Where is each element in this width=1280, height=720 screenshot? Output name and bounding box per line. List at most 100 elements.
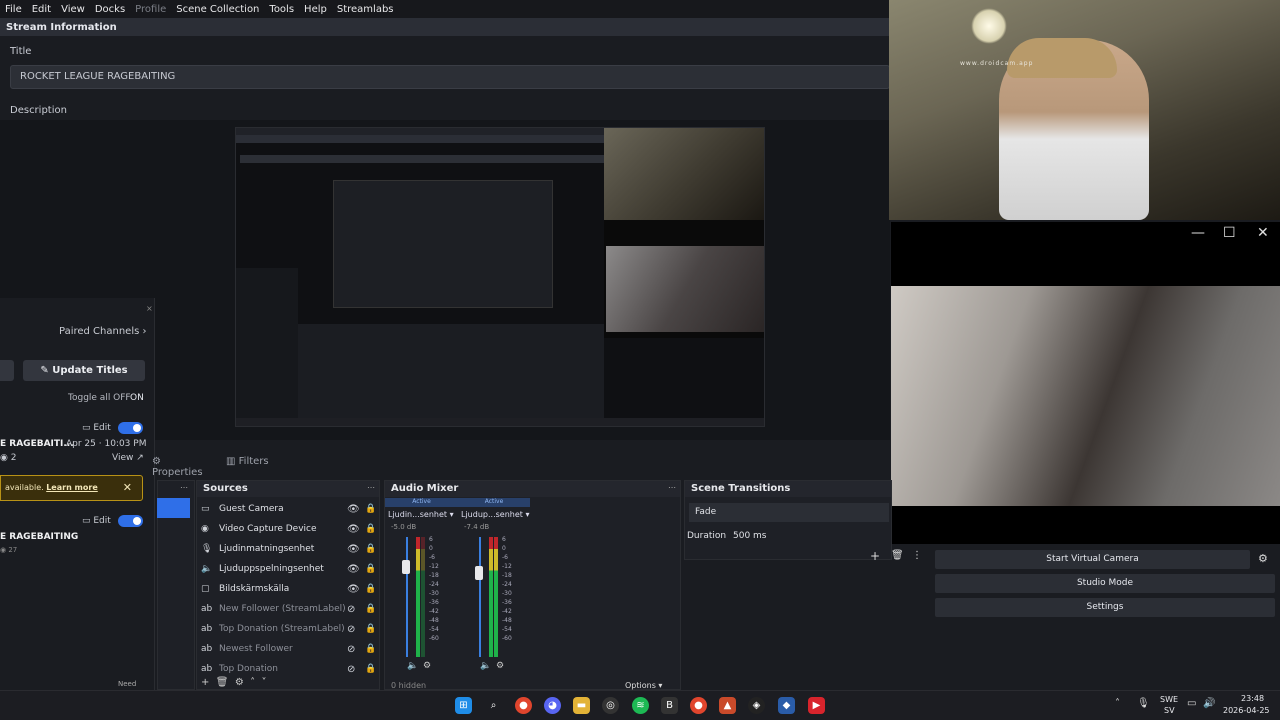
lock-icon[interactable]: 🔒	[365, 524, 377, 534]
source-row[interactable]: ab New Follower (StreamLabel) ⊘ 🔒	[201, 600, 377, 618]
channel-2-fader-knob[interactable]	[475, 566, 483, 580]
channel-1-fader-knob[interactable]	[402, 560, 410, 574]
security-icon[interactable]: ◆	[778, 697, 795, 714]
dock-menu-icon[interactable]: ⋯	[367, 483, 375, 492]
speaker-icon[interactable]: 🔈	[480, 661, 491, 671]
menu-help[interactable]: Help	[304, 4, 327, 15]
maximize-icon[interactable]: ☐	[1223, 225, 1236, 241]
gear-icon[interactable]: ⚙	[1258, 552, 1268, 565]
menu-view[interactable]: View	[61, 4, 85, 15]
lock-icon[interactable]: 🔒	[365, 624, 377, 634]
lock-icon[interactable]: 🔒	[365, 644, 377, 654]
source-row[interactable]: ▭ Guest Camera 👁 🔒	[201, 500, 377, 518]
paired-channels-link[interactable]: Paired Channels ›	[59, 326, 147, 337]
folder-icon[interactable]: ▬	[573, 697, 590, 714]
clock-time[interactable]: 23:48	[1241, 694, 1264, 703]
channel-1-name[interactable]: Ljudin...senhet ▾	[388, 510, 454, 519]
toggle-2[interactable]	[118, 515, 143, 527]
add-icon[interactable]: +	[870, 549, 880, 563]
network-icon[interactable]: ▭	[1187, 698, 1196, 709]
chrome-icon[interactable]: ●	[515, 697, 532, 714]
gear-icon[interactable]: ⚙	[423, 661, 431, 671]
edit-button-1[interactable]: ▭ Edit	[82, 423, 111, 433]
trash-icon[interactable]: 🗑	[216, 677, 229, 688]
menu-file[interactable]: File	[5, 4, 22, 15]
eye-icon[interactable]: 👁	[347, 564, 365, 575]
learn-more-link[interactable]: Learn more	[46, 483, 98, 492]
toggle-all-on[interactable]: ON	[130, 393, 144, 403]
down-icon[interactable]: ˅	[262, 677, 267, 688]
channel-2-name[interactable]: Ljudup...senhet ▾	[461, 510, 529, 519]
update-titles-button[interactable]: ✎ Update Titles	[23, 360, 145, 381]
up-icon[interactable]: ˄	[250, 677, 255, 688]
toggle-1[interactable]	[118, 422, 143, 434]
more-icon[interactable]: ⋮	[912, 550, 922, 561]
clock-date[interactable]: 2026-04-25	[1223, 706, 1270, 715]
mic-icon[interactable]: 🎙	[1137, 698, 1150, 709]
eye-icon[interactable]: 👁	[347, 524, 365, 535]
edit-button-2[interactable]: ▭ Edit	[82, 516, 111, 526]
toggle-all-off[interactable]: Toggle all OFF	[68, 393, 131, 403]
app-icon[interactable]: B	[661, 697, 678, 714]
eye-hidden-icon[interactable]: ⊘	[347, 604, 365, 615]
menu-scene-collection[interactable]: Scene Collection	[176, 4, 259, 15]
panel-close-icon[interactable]: ×	[146, 304, 153, 313]
menu-streamlabs[interactable]: Streamlabs	[337, 4, 394, 15]
lock-icon[interactable]: 🔒	[365, 564, 377, 574]
eye-icon[interactable]: 👁	[347, 584, 365, 595]
source-row[interactable]: ab Top Donation (StreamLabel) ⊘ 🔒	[201, 620, 377, 638]
volume-icon[interactable]: 🔊	[1203, 698, 1215, 709]
source-row[interactable]: ◉ Video Capture Device 👁 🔒	[201, 520, 377, 538]
trash-icon[interactable]: 🗑	[891, 550, 904, 561]
source-row[interactable]: ab Newest Follower ⊘ 🔒	[201, 640, 377, 658]
lock-icon[interactable]: 🔒	[365, 584, 377, 594]
add-icon[interactable]: +	[201, 677, 209, 688]
gear-icon[interactable]: ⚙	[235, 677, 244, 688]
source-row[interactable]: ab Top Donation ⊘ 🔒	[201, 660, 377, 678]
app-icon[interactable]: ▶	[808, 697, 825, 714]
menu-profile[interactable]: Profile	[135, 4, 166, 15]
keyboard-layout[interactable]: SV	[1164, 706, 1175, 715]
dock-menu-icon[interactable]: ⋯	[668, 483, 676, 492]
left-button[interactable]	[0, 360, 14, 381]
eye-hidden-icon[interactable]: ⊘	[347, 624, 365, 635]
speaker-icon[interactable]: 🔈	[407, 661, 418, 671]
tab-properties[interactable]: ⚙ Properties	[148, 452, 216, 478]
minimize-icon[interactable]: —	[1191, 225, 1205, 241]
options-menu[interactable]: Options ▾	[625, 681, 662, 690]
tab-filters[interactable]: ▥ Filters	[222, 452, 282, 472]
menu-tools[interactable]: Tools	[269, 4, 294, 15]
menu-docks[interactable]: Docks	[95, 4, 125, 15]
settings-button[interactable]: Settings	[935, 598, 1275, 617]
chrome-icon[interactable]: ●	[690, 697, 707, 714]
eye-icon[interactable]: 👁	[347, 504, 365, 515]
chevron-up-icon[interactable]: ˄	[1115, 698, 1120, 709]
menu-edit[interactable]: Edit	[32, 4, 51, 15]
channel-2-fader[interactable]	[479, 537, 481, 657]
app-icon[interactable]: ◈	[748, 697, 765, 714]
gear-icon[interactable]: ⚙	[496, 661, 504, 671]
source-row[interactable]: 🔈 Ljuduppspelningsenhet 👁 🔒	[201, 560, 377, 578]
start-virtual-camera-button[interactable]: Start Virtual Camera	[935, 550, 1250, 569]
eye-hidden-icon[interactable]: ⊘	[347, 664, 365, 675]
eye-icon[interactable]: 👁	[347, 544, 365, 555]
lock-icon[interactable]: 🔒	[365, 664, 377, 674]
close-icon[interactable]: ✕	[1257, 225, 1269, 241]
dock-menu-icon[interactable]: ⋯	[180, 483, 188, 492]
transition-select[interactable]: Fade	[689, 503, 889, 522]
droidcam-titlebar[interactable]	[891, 222, 1280, 248]
channel-1-fader[interactable]	[406, 537, 408, 657]
item1-view-link[interactable]: View ↗	[112, 453, 144, 463]
spotify-icon[interactable]: ≋	[632, 697, 649, 714]
duration-input[interactable]: 500 ms	[733, 531, 767, 541]
streamlabs-icon[interactable]: ▲	[719, 697, 736, 714]
discord-icon[interactable]: ◕	[544, 697, 561, 714]
studio-mode-button[interactable]: Studio Mode	[935, 574, 1275, 593]
search-icon[interactable]: ⌕	[485, 697, 502, 714]
obs-icon[interactable]: ◎	[602, 697, 619, 714]
eye-hidden-icon[interactable]: ⊘	[347, 644, 365, 655]
close-icon[interactable]: ✕	[123, 481, 132, 494]
lock-icon[interactable]: 🔒	[365, 504, 377, 514]
lock-icon[interactable]: 🔒	[365, 544, 377, 554]
language-code[interactable]: SWE	[1160, 695, 1178, 704]
